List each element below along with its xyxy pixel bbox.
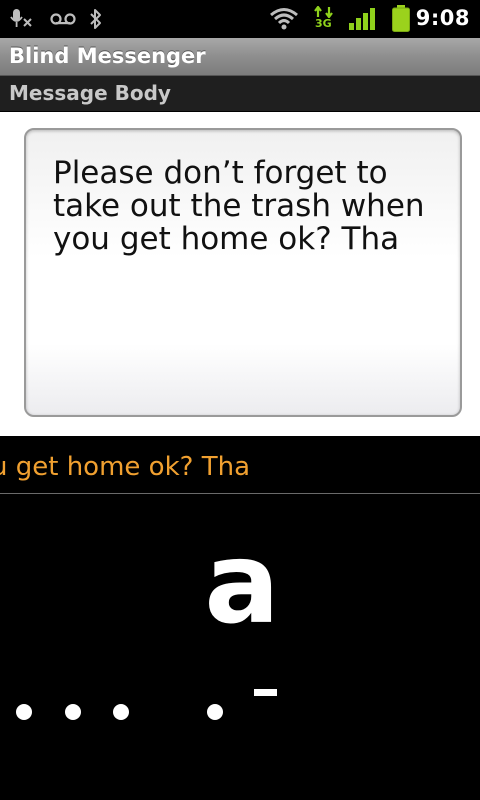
current-line-text: u get home ok? Tha	[0, 452, 250, 482]
wifi-icon	[270, 8, 298, 30]
braille-dash	[254, 689, 277, 696]
clock: 9:08	[415, 6, 470, 30]
screen: 3G 9:08 Blind Messenger Message Body Ple…	[0, 0, 480, 800]
section-header-label: Message Body	[9, 81, 171, 105]
status-bar: 3G 9:08	[0, 0, 480, 38]
battery-icon	[392, 5, 410, 32]
braille-dot	[207, 704, 223, 720]
current-braille-letter: a	[204, 519, 280, 649]
braille-dot	[65, 704, 81, 720]
braille-dot	[113, 704, 129, 720]
network-type-label: 3G	[315, 17, 332, 30]
message-body-area: Please don’t forget to take out the tras…	[0, 112, 480, 436]
braille-input-area[interactable]: a	[0, 494, 480, 800]
signal-icon	[349, 8, 375, 30]
current-line-preview: u get home ok? Tha	[0, 436, 480, 494]
bluetooth-icon	[90, 9, 101, 29]
data-3g-icon: 3G	[313, 6, 335, 32]
app-title: Blind Messenger	[9, 44, 206, 68]
voicemail-icon	[50, 13, 76, 25]
message-body-text: Please don’t forget to take out the tras…	[53, 155, 425, 257]
braille-dot	[16, 704, 32, 720]
mic-muted-icon	[10, 9, 32, 27]
message-body-field[interactable]: Please don’t forget to take out the tras…	[24, 128, 462, 417]
app-title-bar: Blind Messenger	[0, 38, 480, 76]
section-header: Message Body	[0, 76, 480, 112]
